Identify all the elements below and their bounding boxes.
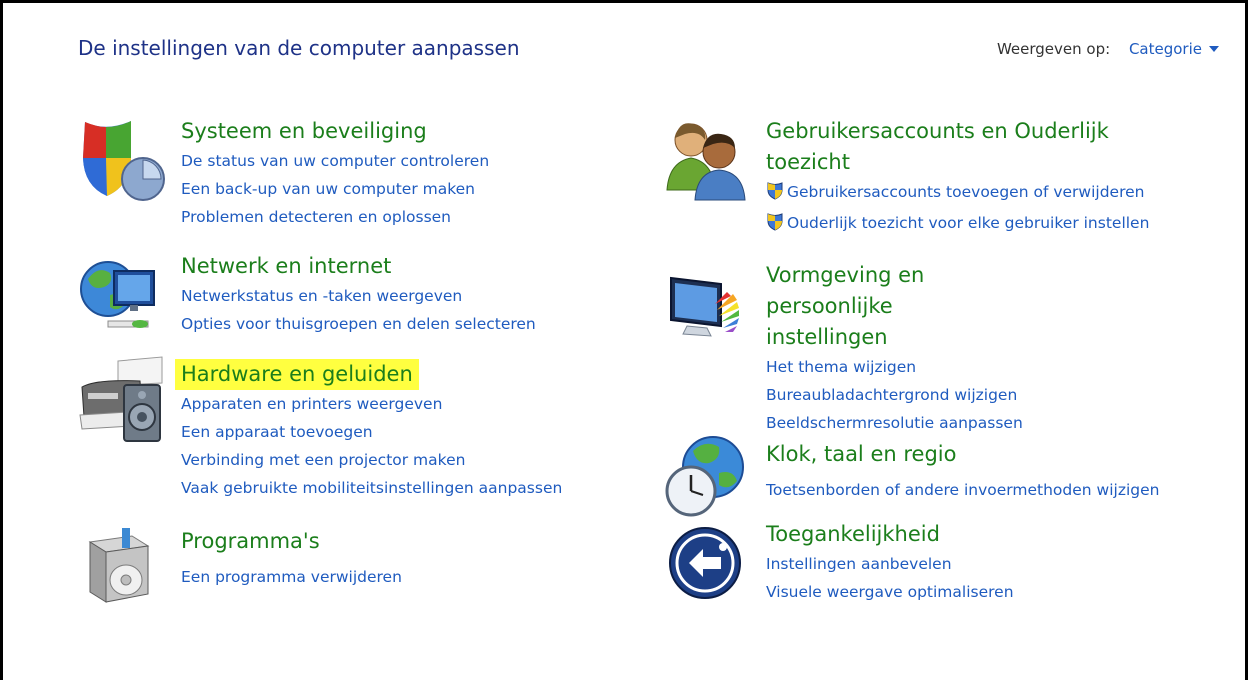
- heading-hardware-geluiden[interactable]: Hardware en geluiden: [175, 359, 419, 390]
- view-by-value: Categorie: [1128, 40, 1202, 58]
- link-apparaten-printers[interactable]: Apparaten en printers weergeven: [181, 390, 562, 418]
- category-appearance-text: Vormgeving en persoonlijke instellingen …: [766, 260, 1023, 437]
- accessibility-icon: [667, 525, 747, 609]
- control-panel-window: De instellingen van de computer aanpasse…: [0, 0, 1248, 680]
- printer-speaker-icon: [78, 355, 170, 451]
- category-programs-text: Programma's Een programma verwijderen: [181, 526, 402, 591]
- view-by-control: Weergeven op: Categorie: [997, 40, 1219, 58]
- uac-shield-icon: [766, 212, 784, 240]
- link-mobiliteitsinstellingen[interactable]: Vaak gebruikte mobiliteitsinstellingen a…: [181, 474, 562, 502]
- chevron-down-icon: [1209, 46, 1219, 52]
- category-security-text: Systeem en beveiliging De status van uw …: [181, 116, 489, 231]
- category-hardware-text: Hardware en geluiden Apparaten en printe…: [175, 359, 562, 502]
- heading-systeem-beveiliging[interactable]: Systeem en beveiliging: [181, 116, 427, 147]
- programs-box-icon: [80, 526, 160, 610]
- link-toetsenborden[interactable]: Toetsenborden of andere invoermethoden w…: [766, 476, 1159, 504]
- link-thuisgroepen[interactable]: Opties voor thuisgroepen en delen select…: [181, 310, 536, 338]
- link-bureaubladachtergrond[interactable]: Bureaubladachtergrond wijzigen: [766, 381, 1023, 409]
- link-beeldschermresolutie[interactable]: Beeldschermresolutie aanpassen: [766, 409, 1023, 437]
- uac-shield-icon: [766, 181, 784, 209]
- heading-programmas[interactable]: Programma's: [181, 526, 320, 557]
- heading-klok-taal-regio[interactable]: Klok, taal en regio: [766, 439, 956, 470]
- heading-gebruikersaccounts-line1: Gebruikersaccounts en Ouderlijk: [766, 119, 1109, 143]
- link-thema-wijzigen[interactable]: Het thema wijzigen: [766, 353, 1023, 381]
- heading-toegankelijkheid[interactable]: Toegankelijkheid: [766, 519, 940, 550]
- link-apparaat-toevoegen[interactable]: Een apparaat toevoegen: [181, 418, 562, 446]
- link-visuele-weergave[interactable]: Visuele weergave optimaliseren: [766, 578, 1014, 606]
- link-netwerkstatus[interactable]: Netwerkstatus en -taken weergeven: [181, 282, 536, 310]
- link-ouderlijk-toezicht-label: Ouderlijk toezicht voor elke gebruiker i…: [787, 214, 1150, 232]
- link-ouderlijk-toezicht[interactable]: Ouderlijk toezicht voor elke gebruiker i…: [766, 209, 1149, 240]
- category-network-text: Netwerk en internet Netwerkstatus en -ta…: [181, 251, 536, 338]
- link-instellingen-aanbevelen[interactable]: Instellingen aanbevelen: [766, 550, 1014, 578]
- users-icon: [663, 118, 753, 206]
- view-by-label: Weergeven op:: [996, 40, 1111, 58]
- category-access-text: Toegankelijkheid Instellingen aanbevelen…: [766, 519, 1014, 606]
- heading-gebruikersaccounts[interactable]: Gebruikersaccounts en Ouderlijk toezicht: [766, 116, 1109, 178]
- heading-vormgeving-line1: Vormgeving en persoonlijke: [766, 263, 925, 318]
- link-problemen-oplossen[interactable]: Problemen detecteren en oplossen: [181, 203, 489, 231]
- category-clock-text: Klok, taal en regio Toetsenborden of and…: [766, 439, 1159, 504]
- security-shield-icon: [78, 118, 168, 207]
- heading-netwerk-internet[interactable]: Netwerk en internet: [181, 251, 391, 282]
- heading-vormgeving[interactable]: Vormgeving en persoonlijke instellingen: [766, 260, 1023, 353]
- network-globe-icon: [78, 257, 170, 343]
- category-users-text: Gebruikersaccounts en Ouderlijk toezicht…: [766, 116, 1149, 240]
- monitor-palette-icon: [667, 274, 751, 354]
- view-by-dropdown[interactable]: Categorie: [1129, 40, 1219, 58]
- page-title: De instellingen van de computer aanpasse…: [78, 36, 520, 60]
- link-accounts-toevoegen-label: Gebruikersaccounts toevoegen of verwijde…: [787, 183, 1145, 201]
- heading-gebruikersaccounts-line2: toezicht: [766, 150, 850, 174]
- link-accounts-toevoegen[interactable]: Gebruikersaccounts toevoegen of verwijde…: [766, 178, 1149, 209]
- link-projector[interactable]: Verbinding met een projector maken: [181, 446, 562, 474]
- link-status-controleren[interactable]: De status van uw computer controleren: [181, 147, 489, 175]
- link-back-up-maken[interactable]: Een back-up van uw computer maken: [181, 175, 489, 203]
- heading-vormgeving-line2: instellingen: [766, 325, 888, 349]
- link-programma-verwijderen[interactable]: Een programma verwijderen: [181, 563, 402, 591]
- clock-globe-icon: [663, 433, 753, 521]
